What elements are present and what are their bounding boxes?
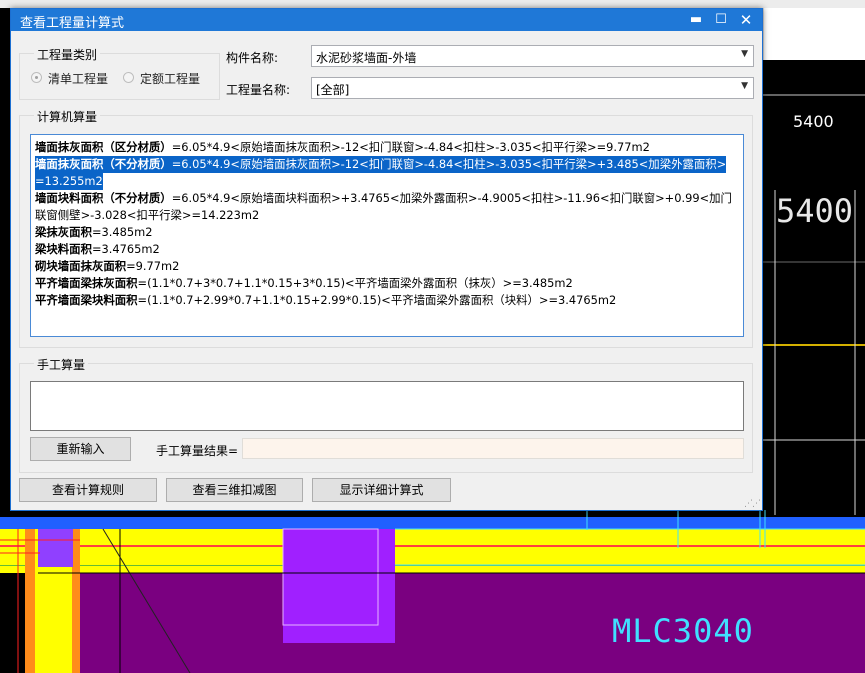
manual-formula-input[interactable] — [30, 381, 744, 431]
formula-expression: 联窗侧壁>-3.028<扣平行梁>=14.223m2 — [35, 208, 260, 222]
formula-item-name: 砌块墙面抹灰面积 — [35, 259, 127, 273]
dialog-title: 查看工程量计算式 — [20, 16, 125, 31]
formula-expression: =(1.1*0.7+3*0.7+1.1*0.15+3*0.15)<平齐墙面梁外露… — [137, 276, 573, 290]
formula-line[interactable]: 梁块料面积=3.4765m2 — [35, 241, 160, 258]
radio-quota-quantity-dot[interactable] — [123, 72, 134, 83]
formula-expression: =6.05*4.9<原始墙面抹灰面积>-12<扣门联窗>-4.84<扣柱>-3.… — [171, 157, 727, 171]
formula-item-name: 墙面抹灰面积（不分材质） — [35, 157, 172, 171]
component-name-select[interactable]: 水泥砂浆墙面-外墙 ▼ — [311, 45, 754, 67]
cad-dimension-large: 5400 — [776, 192, 854, 230]
manual-result-label: 手工算量结果= — [156, 444, 239, 458]
formula-expression: =6.05*4.9<原始墙面抹灰面积>-12<扣门联窗>-4.84<扣柱>-3.… — [171, 140, 650, 154]
formula-expression: =13.255m2 — [35, 174, 103, 188]
radio-list-quantity-dot[interactable] — [31, 72, 42, 83]
formula-expression: =(1.1*0.7+2.99*0.7+1.1*0.15+2.99*0.15)<平… — [137, 293, 617, 307]
component-name-label: 构件名称: — [226, 51, 279, 65]
formula-item-name: 墙面块料面积（不分材质） — [35, 191, 172, 205]
manual-quantity-legend: 手工算量 — [34, 356, 89, 373]
formula-expression: =9.77m2 — [126, 259, 180, 273]
formula-line[interactable]: 墙面块料面积（不分材质）=6.05*4.9<原始墙面块料面积>+3.4765<加… — [35, 190, 732, 207]
chevron-down-icon[interactable]: ▼ — [741, 49, 748, 59]
cad-column — [25, 529, 35, 673]
computed-formula-textarea[interactable]: 墙面抹灰面积（区分材质）=6.05*4.9<原始墙面抹灰面积>-12<扣门联窗>… — [30, 134, 744, 337]
formula-expression: =3.485m2 — [91, 225, 153, 239]
radio-list-quantity-label[interactable]: 清单工程量 — [48, 70, 108, 87]
maximize-icon[interactable]: ☐ — [708, 9, 734, 31]
minimize-icon[interactable]: ▬ — [683, 9, 709, 31]
quantity-type-legend: 工程量类别 — [34, 46, 101, 63]
quantity-name-select[interactable]: [全部] ▼ — [311, 77, 754, 99]
cad-wall — [0, 529, 865, 573]
formula-item-name: 墙面抹灰面积（区分材质） — [35, 140, 172, 154]
formula-item-name: 梁抹灰面积 — [35, 225, 92, 239]
formula-line[interactable]: =13.255m2 — [35, 173, 103, 190]
component-name-value: 水泥砂浆墙面-外墙 — [316, 51, 417, 65]
formula-item-name: 平齐墙面梁抹灰面积 — [35, 276, 138, 290]
manual-result-field — [242, 438, 744, 459]
formula-expression: =6.05*4.9<原始墙面块料面积>+3.4765<加梁外露面积>-4.900… — [171, 191, 732, 205]
formula-expression: =3.4765m2 — [91, 242, 160, 256]
view-3d-deduction-button[interactable]: 查看三维扣减图 — [166, 478, 303, 502]
reinput-button[interactable]: 重新输入 — [30, 437, 131, 461]
cad-wall-edge — [0, 545, 865, 547]
quantity-type-group: 工程量类别 清单工程量 定额工程量 — [19, 46, 220, 100]
resize-grip-icon[interactable]: ⋰⋰ — [744, 499, 761, 509]
formula-line[interactable]: 墙面抹灰面积（不分材质）=6.05*4.9<原始墙面抹灰面积>-12<扣门联窗>… — [35, 156, 727, 173]
formula-item-name: 梁块料面积 — [35, 242, 92, 256]
quantity-name-label: 工程量名称: — [226, 83, 291, 97]
close-icon[interactable]: ✕ — [733, 9, 759, 31]
formula-item-name: 平齐墙面梁块料面积 — [35, 293, 138, 307]
formula-line[interactable]: 砌块墙面抹灰面积=9.77m2 — [35, 258, 179, 275]
dialog-titlebar[interactable]: 查看工程量计算式 ▬ ☐ ✕ — [11, 9, 762, 31]
radio-quota-quantity-label[interactable]: 定额工程量 — [140, 70, 200, 87]
cad-column — [72, 529, 80, 673]
computed-quantity-legend: 计算机算量 — [34, 108, 101, 125]
formula-line[interactable]: 平齐墙面梁抹灰面积=(1.1*0.7+3*0.7+1.1*0.15+3*0.15… — [35, 275, 573, 292]
formula-line[interactable]: 联窗侧壁>-3.028<扣平行梁>=14.223m2 — [35, 207, 259, 224]
show-detail-formula-button[interactable]: 显示详细计算式 — [312, 478, 451, 502]
cad-dimension-top: 5400 — [793, 112, 834, 131]
cad-beam — [0, 517, 865, 529]
formula-line[interactable]: 平齐墙面梁块料面积=(1.1*0.7+2.99*0.7+1.1*0.15+2.9… — [35, 292, 616, 309]
chevron-down-icon[interactable]: ▼ — [741, 81, 748, 91]
quantity-name-value: [全部] — [316, 83, 350, 97]
cad-window-label: MLC3040 — [612, 612, 754, 650]
cad-column-core — [38, 529, 73, 567]
view-rules-button[interactable]: 查看计算规则 — [19, 478, 157, 502]
formula-line[interactable]: 墙面抹灰面积（区分材质）=6.05*4.9<原始墙面抹灰面积>-12<扣门联窗>… — [35, 139, 650, 156]
formula-line[interactable]: 梁抹灰面积=3.485m2 — [35, 224, 152, 241]
quantity-formula-dialog: 查看工程量计算式 ▬ ☐ ✕ 工程量类别 清单工程量 定额工程量 构件名称: 水… — [10, 8, 763, 511]
